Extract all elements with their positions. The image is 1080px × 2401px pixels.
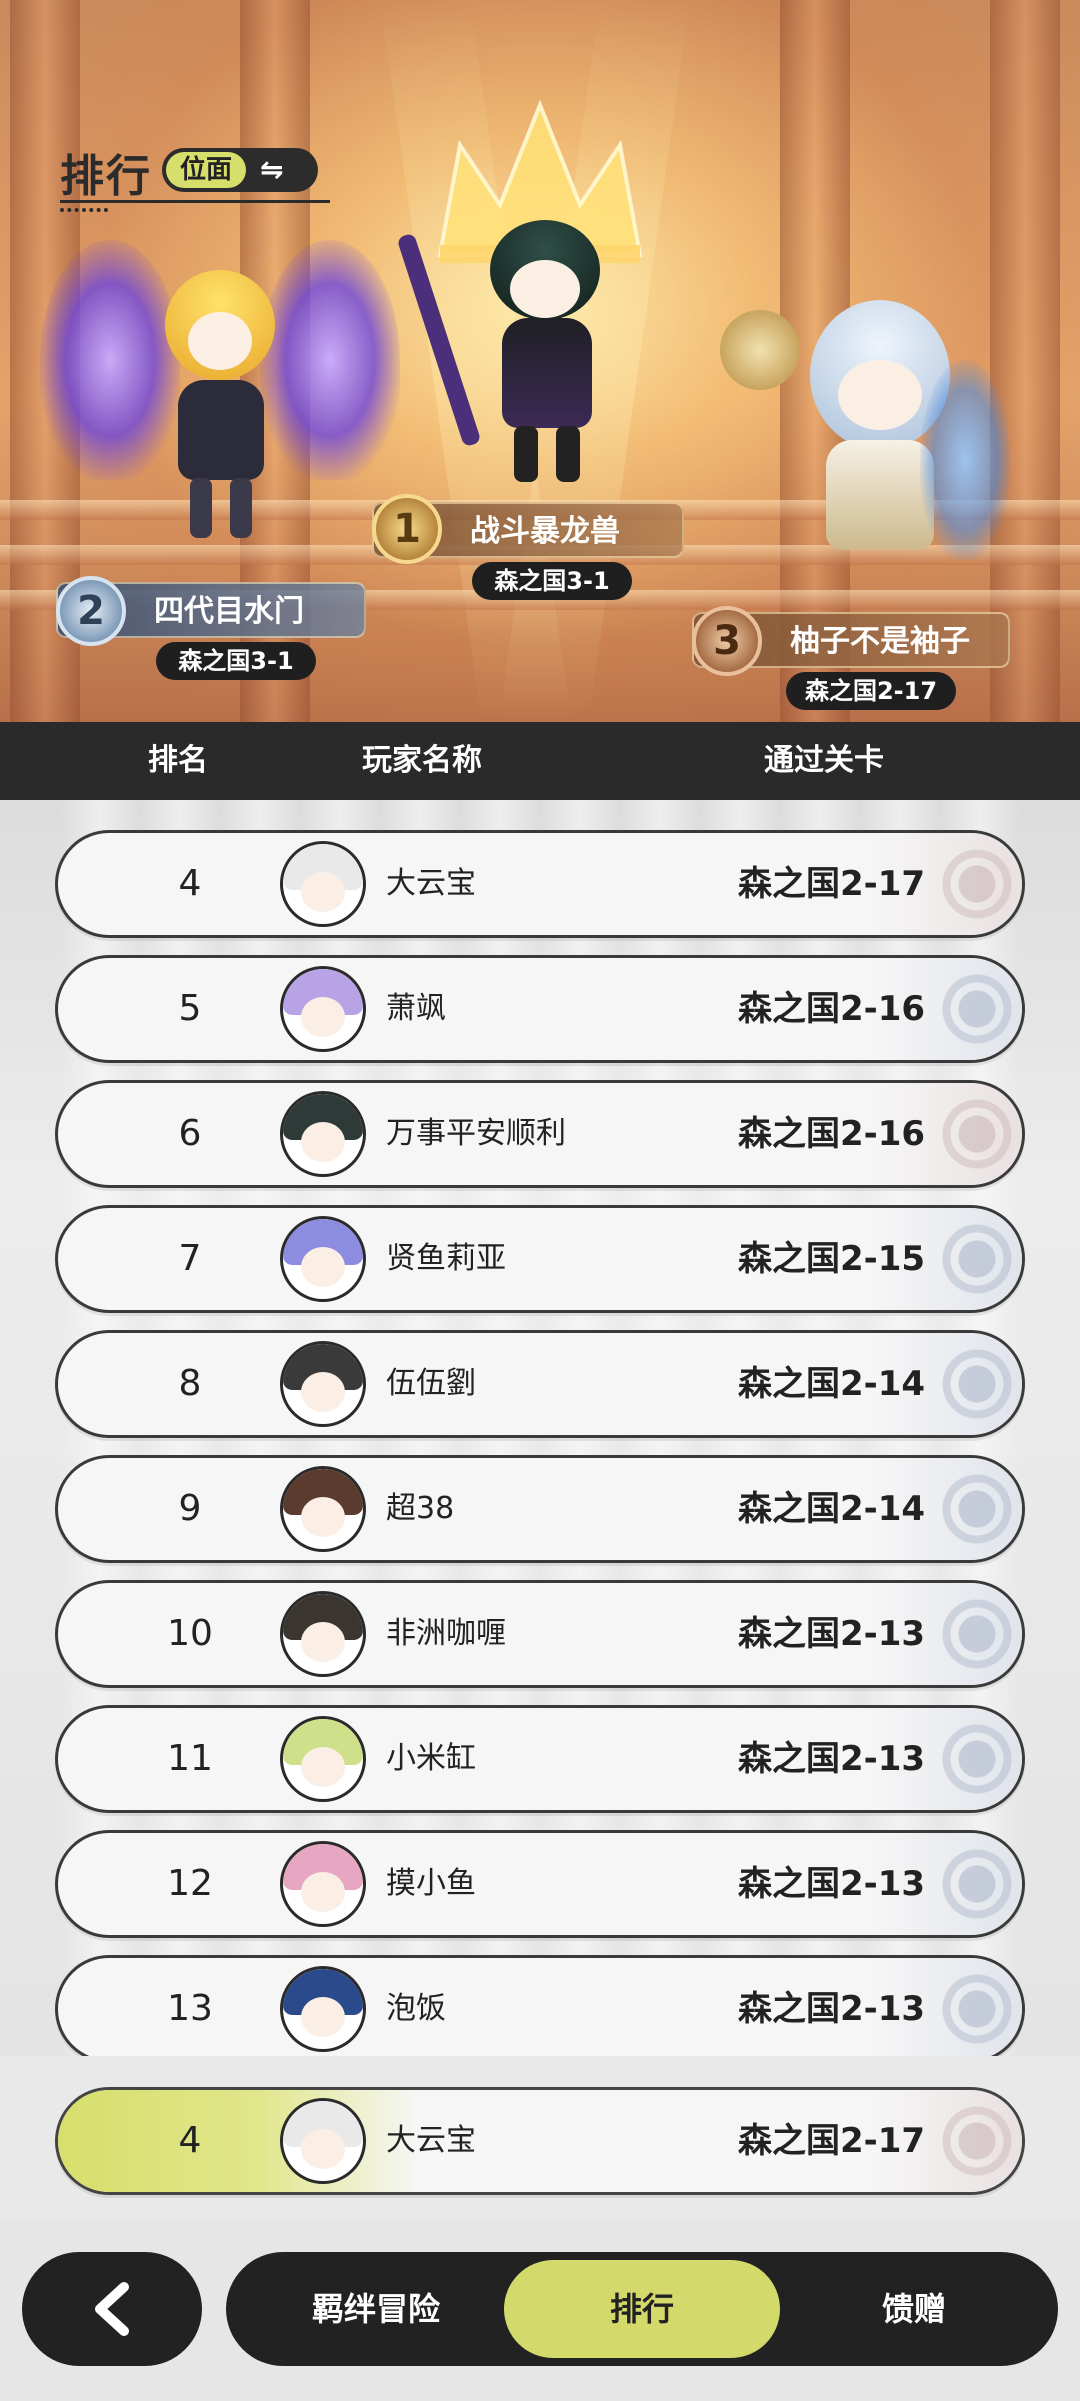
row-rank: 10: [167, 1613, 213, 1654]
avatar[interactable]: [280, 2098, 366, 2184]
avatar[interactable]: [280, 1216, 366, 1302]
character-leg: [514, 426, 538, 482]
character-face: [838, 360, 922, 430]
podium-2-stage: 森之国3-1: [156, 642, 316, 680]
character-body: [178, 380, 264, 480]
table-row[interactable]: 9 超38 森之国2-14: [55, 1455, 1025, 1563]
avatar[interactable]: [280, 1091, 366, 1177]
my-rank-number: 4: [178, 2120, 202, 2161]
rank-2-character[interactable]: [40, 230, 400, 570]
title-underline: [60, 200, 330, 203]
table-row[interactable]: 7 贤鱼莉亚 森之国2-15: [55, 1205, 1025, 1313]
ranking-list[interactable]: 4 大云宝 森之国2-17 5 萧飒 森之国2-16 6 万事平安顺利 森之国2…: [0, 800, 1080, 2056]
row-stage: 森之国2-13: [738, 1614, 926, 1654]
tab-bond-adventure[interactable]: 羁绊冒险: [266, 2252, 486, 2366]
row-stage: 森之国2-13: [738, 1989, 926, 2029]
avatar[interactable]: [280, 966, 366, 1052]
row-rank: 13: [167, 1988, 213, 2029]
row-player-name: 萧飒: [386, 991, 446, 1026]
my-stage: 森之国2-17: [738, 2121, 926, 2161]
row-stage: 森之国2-15: [738, 1239, 926, 1279]
bottom-navigation: 羁绊冒险 排行 馈赠: [0, 2220, 1080, 2401]
row-player-name: 泡饭: [386, 1991, 446, 2026]
table-row[interactable]: 12 摸小鱼 森之国2-13: [55, 1830, 1025, 1938]
character-leg: [230, 478, 252, 538]
podium-1-stage: 森之国3-1: [472, 562, 632, 600]
character-body: [826, 440, 934, 550]
row-stage: 森之国2-16: [738, 989, 926, 1029]
table-row[interactable]: 13 泡饭 森之国2-13: [55, 1955, 1025, 2056]
table-row[interactable]: 10 非洲咖喱 森之国2-13: [55, 1580, 1025, 1688]
table-row[interactable]: 8 伍伍劉 森之国2-14: [55, 1330, 1025, 1438]
scope-toggle-button[interactable]: 位面 ⇋: [162, 148, 318, 192]
character-weapon: [396, 232, 482, 448]
wing-right: [260, 240, 400, 480]
character-leg: [190, 478, 212, 538]
row-player-name: 摸小鱼: [386, 1866, 476, 1901]
table-row[interactable]: 4 大云宝 森之国2-17: [55, 830, 1025, 938]
character-face: [510, 260, 580, 318]
row-stage: 森之国2-14: [738, 1364, 926, 1404]
chevron-left-icon: [95, 2282, 129, 2336]
row-stage: 森之国2-13: [738, 1864, 926, 1904]
avatar[interactable]: [280, 1591, 366, 1677]
table-row[interactable]: 6 万事平安顺利 森之国2-16: [55, 1080, 1025, 1188]
row-rank: 7: [178, 1238, 202, 1279]
row-rank: 5: [178, 988, 202, 1029]
row-stage: 森之国2-17: [738, 864, 926, 904]
row-stage: 森之国2-16: [738, 1114, 926, 1154]
row-player-name: 小米缸: [386, 1741, 476, 1776]
table-header: 排名 玩家名称 通过关卡: [0, 722, 1080, 800]
row-player-name: 贤鱼莉亚: [386, 1241, 506, 1276]
row-stage: 森之国2-13: [738, 1739, 926, 1779]
back-button[interactable]: [22, 2252, 202, 2366]
tab-gift[interactable]: 馈赠: [804, 2252, 1024, 2366]
row-player-name: 大云宝: [386, 866, 476, 901]
row-rank: 9: [178, 1488, 202, 1529]
wing-left: [40, 240, 180, 480]
rank-2-medal: 2: [56, 576, 126, 646]
rank-1-medal: 1: [372, 494, 442, 564]
scope-label: 位面: [166, 152, 247, 188]
row-player-name: 超38: [386, 1491, 455, 1526]
tab-ranking[interactable]: 排行: [504, 2260, 780, 2358]
tab-bar: 羁绊冒险 排行 馈赠: [226, 2252, 1058, 2366]
row-stage: 森之国2-14: [738, 1489, 926, 1529]
avatar[interactable]: [280, 1716, 366, 1802]
rank-1-character[interactable]: [396, 200, 670, 500]
avatar[interactable]: [280, 1966, 366, 2052]
column-stage: 通过关卡: [764, 743, 884, 778]
row-player-name: 伍伍劉: [386, 1366, 476, 1401]
row-rank: 8: [178, 1363, 202, 1404]
page-title: 排行: [60, 151, 152, 202]
avatar[interactable]: [280, 1841, 366, 1927]
swap-icon: ⇋: [260, 153, 284, 186]
table-row[interactable]: 5 萧飒 森之国2-16: [55, 955, 1025, 1063]
row-rank: 6: [178, 1113, 202, 1154]
podium-banner: 排行 位面 ⇋ 战斗暴龙兽 1 森之国3-1 四代目水门 2 森之国3-1 柚子…: [0, 0, 1080, 722]
character-hair: [920, 360, 1010, 560]
podium-3-stage: 森之国2-17: [786, 672, 956, 710]
character-leg: [556, 426, 580, 482]
rank-3-character[interactable]: [720, 300, 1020, 610]
column-player-name: 玩家名称: [362, 743, 482, 778]
character-body: [502, 318, 592, 428]
title-dots: [60, 208, 108, 212]
my-rank-row[interactable]: 4 大云宝 森之国2-17: [55, 2087, 1025, 2195]
my-player-name: 大云宝: [386, 2123, 476, 2158]
row-rank: 11: [167, 1738, 213, 1779]
avatar[interactable]: [280, 1466, 366, 1552]
row-player-name: 非洲咖喱: [386, 1616, 506, 1651]
row-player-name: 万事平安顺利: [386, 1116, 566, 1151]
row-rank: 4: [178, 863, 202, 904]
rank-3-medal: 3: [692, 606, 762, 676]
avatar[interactable]: [280, 1341, 366, 1427]
table-row[interactable]: 11 小米缸 森之国2-13: [55, 1705, 1025, 1813]
row-rank: 12: [167, 1863, 213, 1904]
avatar[interactable]: [280, 841, 366, 927]
character-face: [188, 312, 252, 370]
character-staff-ornament: [720, 310, 800, 390]
column-rank: 排名: [148, 743, 208, 778]
